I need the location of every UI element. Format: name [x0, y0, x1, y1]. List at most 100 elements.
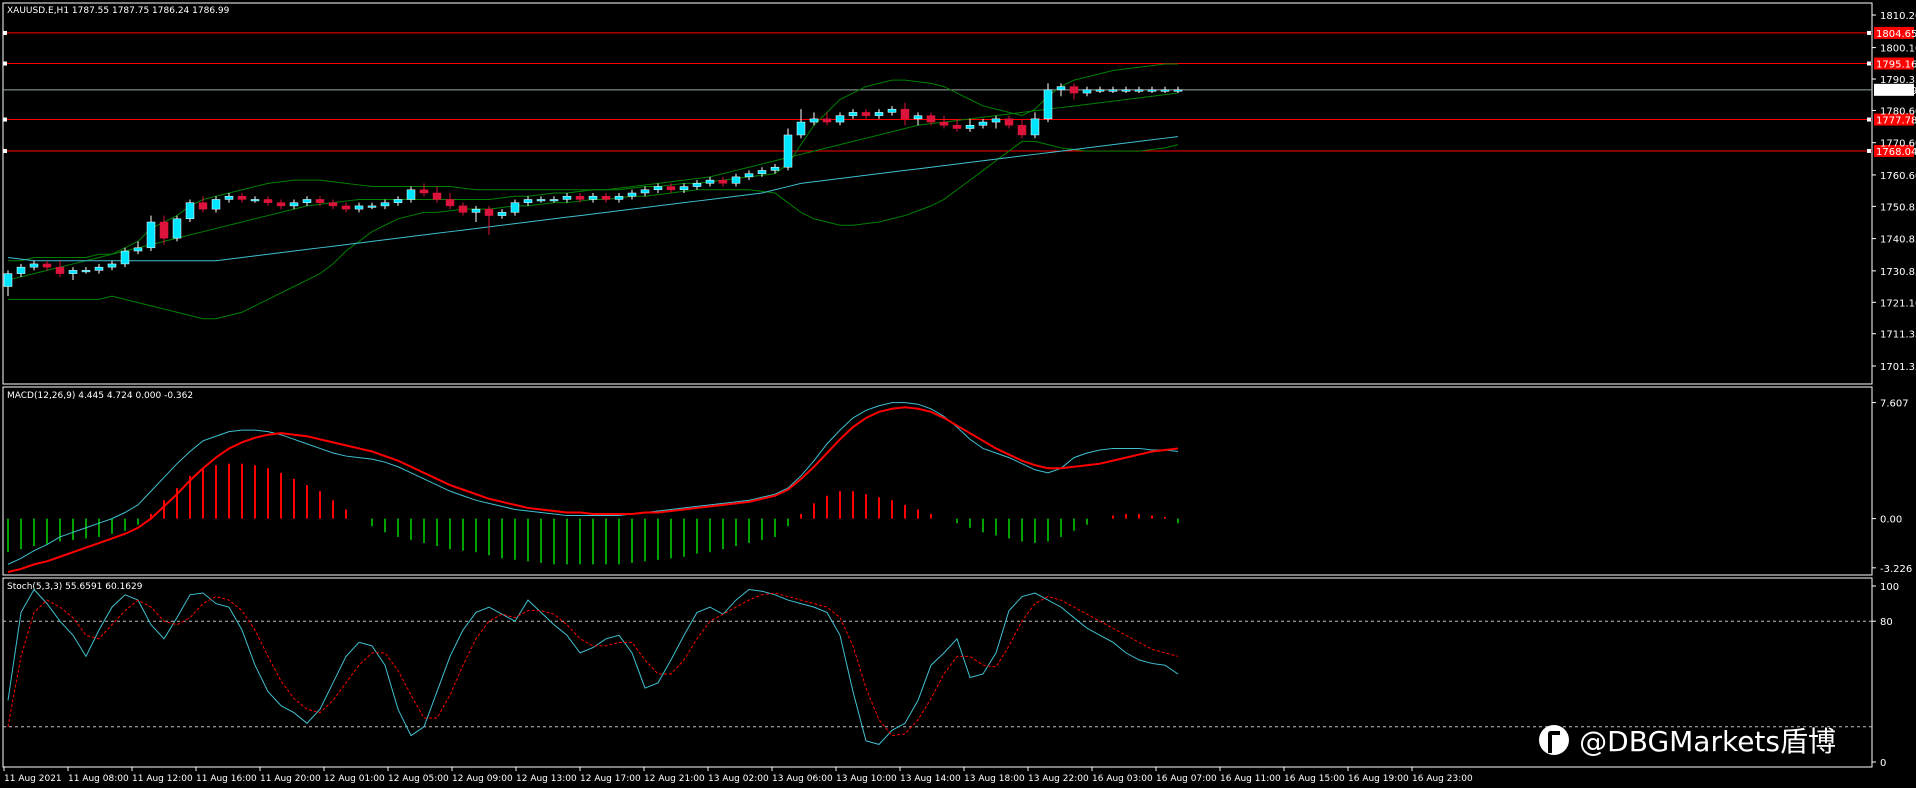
candle-bull — [783, 134, 793, 168]
candle-bear — [484, 208, 494, 216]
candle-bull — [770, 166, 780, 171]
candle-bear — [419, 189, 429, 194]
candle-bull — [68, 270, 78, 274]
candle-bull — [614, 195, 624, 200]
current-price-label: 1786.99 — [1876, 86, 1916, 97]
candle-bull — [172, 218, 182, 239]
time-label: 12 Aug 17:00 — [580, 774, 641, 784]
candle-bull — [185, 202, 195, 220]
candle-bull — [1030, 118, 1040, 136]
candle-bull — [757, 170, 767, 174]
candle-bear — [445, 199, 455, 207]
candle-bear — [1069, 86, 1079, 94]
candle-bear — [1017, 125, 1027, 136]
time-label: 13 Aug 02:00 — [708, 774, 769, 784]
candle-bull — [913, 115, 923, 120]
time-label: 13 Aug 18:00 — [964, 774, 1025, 784]
candle-bull — [835, 115, 845, 123]
candle-bear — [900, 108, 910, 120]
time-label: 11 Aug 16:00 — [196, 774, 257, 784]
candle-bull — [1121, 89, 1131, 92]
candle-bear — [341, 205, 351, 210]
candle-bear — [952, 125, 962, 129]
level-handle — [1867, 30, 1871, 35]
candle-bull — [1147, 89, 1157, 92]
candle-bear — [718, 179, 728, 184]
candle-bear — [432, 192, 442, 200]
price-series: 1804.651795.161777.781768.041786.99 — [3, 26, 1916, 320]
price-tick-label: 1780.60 — [1880, 106, 1916, 117]
candle-bull — [536, 199, 546, 202]
candle-bull — [3, 273, 13, 287]
candle-bear — [575, 195, 585, 200]
time-label: 16 Aug 23:00 — [1412, 774, 1473, 784]
candle-bull — [224, 195, 234, 200]
candle-bear — [458, 205, 468, 213]
candle-bull — [107, 263, 117, 268]
time-label: 11 Aug 12:00 — [132, 774, 193, 784]
stoch-tick-label: 0 — [1880, 758, 1886, 769]
candle-bull — [549, 199, 559, 202]
candle-bear — [276, 202, 286, 207]
candle-bear — [198, 202, 208, 210]
candle-bull — [627, 192, 637, 197]
candle-bull — [1108, 89, 1118, 92]
candle-bull — [679, 186, 689, 191]
candle-bull — [809, 118, 819, 123]
candle-bull — [1082, 89, 1092, 94]
price-panel — [2, 2, 1873, 385]
price-tick-label: 1750.85 — [1880, 202, 1916, 213]
candle-bull — [146, 221, 156, 249]
candle-bear — [315, 199, 325, 203]
level-handle — [3, 117, 7, 122]
candle-bull — [731, 176, 741, 184]
candle-bull — [991, 118, 1001, 123]
candle-bull — [1056, 86, 1066, 91]
price-tick-label: 1730.85 — [1880, 267, 1916, 278]
bollinger-lower — [8, 140, 1179, 320]
time-label: 13 Aug 22:00 — [1028, 774, 1089, 784]
price-tick-label: 1760.60 — [1880, 171, 1916, 182]
candle-bear — [601, 195, 611, 200]
price-tick-label: 1721.10 — [1880, 298, 1916, 309]
time-label: 16 Aug 19:00 — [1348, 774, 1409, 784]
candle-bull — [874, 112, 884, 116]
candle-bear — [55, 266, 65, 274]
price-tick-label: 1790.35 — [1880, 75, 1916, 86]
candle-bull — [692, 183, 702, 187]
candle-bear — [42, 263, 52, 268]
time-label: 12 Aug 09:00 — [452, 774, 513, 784]
candle-bear — [328, 202, 338, 207]
stoch-title: Stoch(5,3,3) 55.6591 60.1629 — [7, 582, 143, 592]
stoch-tick-label: 80 — [1880, 617, 1893, 628]
time-label: 16 Aug 15:00 — [1284, 774, 1345, 784]
candle-bull — [289, 202, 299, 207]
bollinger-mid — [7, 92, 1179, 281]
time-label: 13 Aug 10:00 — [836, 774, 897, 784]
macd-title: MACD(12,26,9) 4.445 4.724 0.000 -0.362 — [7, 391, 193, 401]
stoch-tick-label: 100 — [1880, 582, 1899, 593]
candle-bull — [1160, 89, 1170, 92]
macd-tick-label: 0.00 — [1880, 515, 1902, 526]
candle-bull — [562, 195, 572, 200]
candle-bull — [965, 125, 975, 129]
price-tick-label: 1740.85 — [1880, 235, 1916, 246]
candle-bull — [1134, 89, 1144, 92]
time-label: 12 Aug 13:00 — [516, 774, 577, 784]
candle-bull — [744, 173, 754, 178]
time-label: 11 Aug 20:00 — [260, 774, 321, 784]
level-handle — [1867, 61, 1871, 66]
level-handle — [3, 148, 7, 153]
level-handle — [3, 61, 7, 66]
level-label: 1795.16 — [1876, 60, 1916, 71]
time-label: 16 Aug 03:00 — [1092, 774, 1153, 784]
candle-bull — [367, 205, 377, 208]
candle-bull — [705, 179, 715, 184]
time-label: 13 Aug 06:00 — [772, 774, 833, 784]
time-label: 12 Aug 21:00 — [644, 774, 705, 784]
candle-bear — [822, 118, 832, 123]
macd-tick-label: -3.226 — [1880, 564, 1912, 575]
candle-bear — [939, 121, 949, 126]
macd-tick-label: 7.607 — [1880, 399, 1909, 410]
macd-series — [7, 402, 1179, 573]
